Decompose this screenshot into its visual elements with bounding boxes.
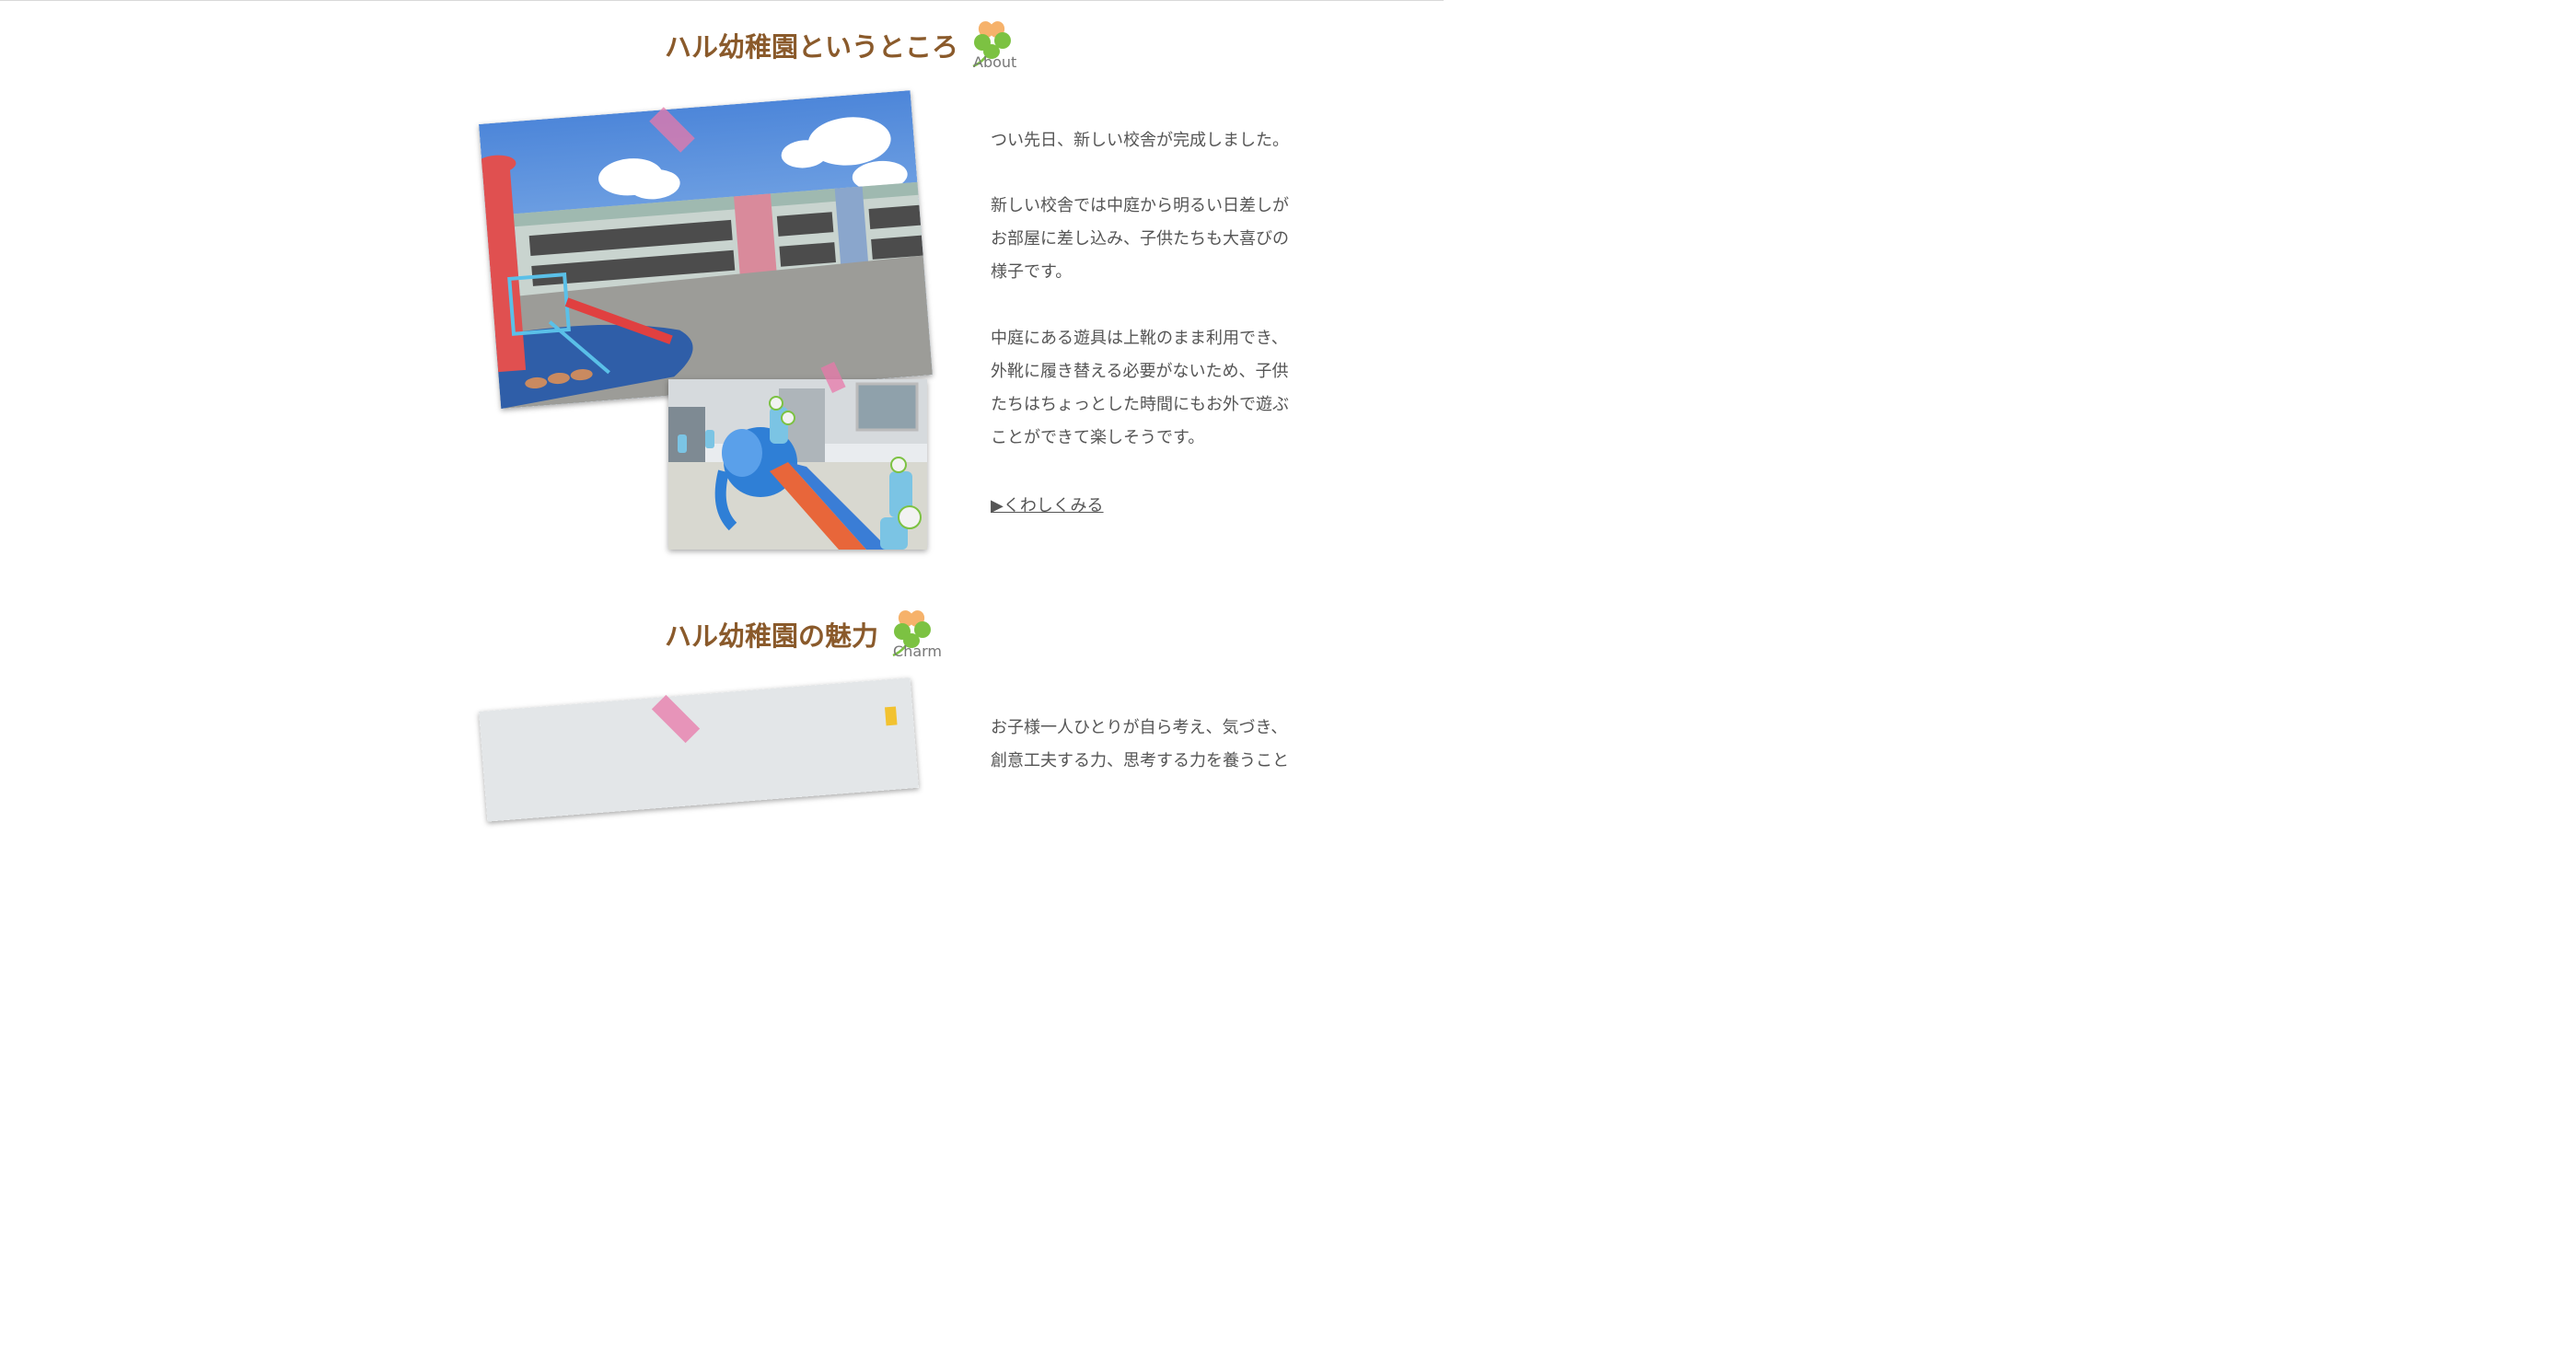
charm-line: お子様一人ひとりが自ら考え、気づき、: [991, 718, 1288, 737]
charm-heading: ハル幼稚園の魅力 Charm: [665, 608, 942, 663]
about-title: ハル幼稚園というところ: [665, 31, 959, 63]
charm-photo: [479, 678, 919, 822]
about-paragraph-2: 新しい校舎では中庭から明るい日差しが お部屋に差し込み、子供たちも大喜びの 様子…: [991, 190, 1289, 289]
charm-word: Charm: [893, 643, 943, 660]
about-line: つい先日、新しい校舎が完成しました。: [991, 131, 1289, 150]
top-border: [0, 0, 1444, 1]
about-heading: ハル幼稚園というところ About: [665, 18, 1017, 74]
about-clover: About: [964, 18, 1017, 74]
charm-line: 創意工夫する力、思考する力を養うこと: [991, 751, 1289, 770]
charm-image: [479, 678, 919, 822]
about-line: 中庭にある遊具は上靴のまま利用でき、: [991, 329, 1288, 348]
about-paragraph-1: つい先日、新しい校舎が完成しました。: [991, 124, 1289, 157]
school-building-photo: [479, 90, 933, 410]
about-more-link[interactable]: ▶くわしくみる: [991, 492, 1104, 516]
charm-paragraph-1: お子様一人ひとりが自ら考え、気づき、 創意工夫する力、思考する力を養うこと: [991, 712, 1289, 778]
about-word: About: [973, 53, 1017, 71]
charm-title: ハル幼稚園の魅力: [665, 620, 879, 652]
about-line: ことができて楽しそうです。: [991, 428, 1205, 447]
school-building-image: [479, 90, 933, 410]
slide-children-image: [668, 379, 927, 550]
about-line: 外靴に履き替える必要がないため、子供: [991, 362, 1289, 381]
about-line: 様子です。: [991, 262, 1073, 282]
about-line: たちはちょっとした時間にもお外で遊ぶ: [991, 395, 1289, 414]
slide-children-photo: [668, 379, 927, 550]
charm-clover: Charm: [884, 608, 942, 663]
about-paragraph-3: 中庭にある遊具は上靴のまま利用でき、 外靴に履き替える必要がないため、子供 たち…: [991, 322, 1289, 455]
about-line: 新しい校舎では中庭から明るい日差しが: [991, 196, 1289, 215]
about-line: お部屋に差し込み、子供たちも大喜びの: [991, 229, 1289, 249]
